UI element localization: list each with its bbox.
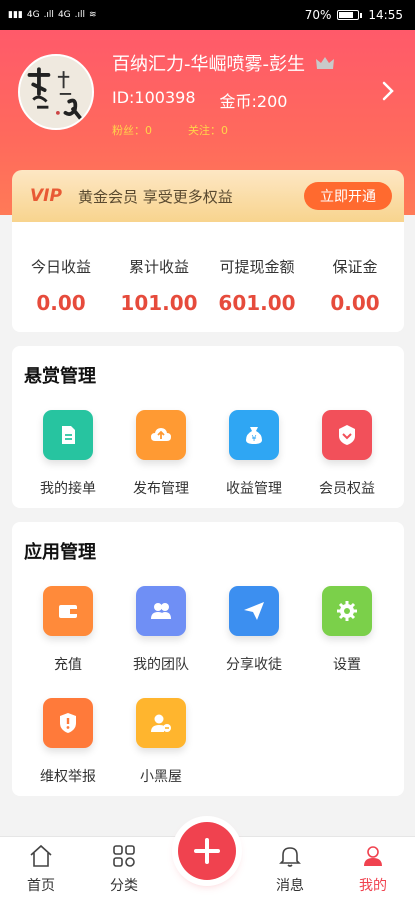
- vip-open-button[interactable]: 立即开通: [304, 182, 392, 210]
- status-bar: ▮▮▮ 4G .ıll 4G .ıll ≋ 70% 14:55: [0, 0, 415, 30]
- share-recruit-item[interactable]: 分享收徒: [208, 586, 300, 674]
- cloud-upload-icon: [136, 410, 186, 460]
- nav-label: 我的: [359, 878, 387, 894]
- my-orders-item[interactable]: 我的接单: [22, 410, 114, 498]
- wifi-icon: ≋: [89, 10, 97, 20]
- network-label: 4G: [57, 10, 71, 20]
- earning-total[interactable]: 累计收益 101.00: [110, 222, 208, 332]
- signal-icon: .ıll: [43, 10, 54, 20]
- grid-icon: [113, 845, 135, 867]
- item-label: 会员权益: [319, 481, 375, 497]
- nav-label: 首页: [27, 878, 55, 894]
- item-label: 我的团队: [133, 657, 189, 673]
- battery-percent: 70%: [304, 8, 332, 22]
- item-label: 分享收徒: [226, 657, 282, 673]
- blacklist-item[interactable]: 小黑屋: [115, 698, 207, 786]
- item-label: 小黑屋: [140, 769, 182, 785]
- signal-icon: .ıll: [74, 10, 86, 20]
- wallet-icon: [43, 586, 93, 636]
- nav-label: 消息: [276, 878, 304, 894]
- nav-category[interactable]: 分类: [94, 843, 154, 895]
- earning-today[interactable]: 今日收益 0.00: [12, 222, 110, 332]
- income-management-item[interactable]: ¥ 收益管理: [208, 410, 300, 498]
- chevron-right-icon[interactable]: [381, 80, 395, 102]
- battery-icon: [337, 10, 360, 20]
- signal-icon: ▮▮▮: [8, 10, 23, 20]
- item-label: 充值: [54, 657, 82, 673]
- recharge-item[interactable]: 充值: [22, 586, 114, 674]
- crown-icon: [316, 57, 334, 69]
- network-label: 4G: [26, 10, 40, 20]
- document-icon: [43, 410, 93, 460]
- member-rights-item[interactable]: 会员权益: [301, 410, 393, 498]
- money-bag-icon: ¥: [229, 410, 279, 460]
- nav-label: 分类: [110, 878, 138, 894]
- earning-deposit[interactable]: 保证金 0.00: [306, 222, 404, 332]
- vip-tag: VIP: [30, 186, 62, 206]
- status-right: 70% 14:55: [305, 8, 403, 22]
- bell-icon: [279, 847, 301, 867]
- gear-icon: [322, 586, 372, 636]
- item-label: 设置: [333, 657, 361, 673]
- paper-plane-icon: [229, 586, 279, 636]
- shield-alert-icon: [43, 698, 93, 748]
- team-icon: [136, 586, 186, 636]
- item-label: 我的接单: [40, 481, 96, 497]
- earning-value: 0.00: [36, 291, 86, 315]
- earning-withdrawable[interactable]: 可提现金额 601.00: [208, 222, 306, 332]
- settings-item[interactable]: 设置: [301, 586, 393, 674]
- section-title: 应用管理: [24, 542, 96, 563]
- username-row: 百纳汇力-华崛喷雾-彭生: [112, 50, 335, 76]
- earning-label: 可提现金额: [219, 258, 295, 276]
- earning-value: 601.00: [218, 291, 296, 315]
- complaint-report-item[interactable]: 维权举报: [22, 698, 114, 786]
- nav-home[interactable]: 首页: [11, 843, 71, 895]
- earning-label: 保证金: [332, 258, 378, 276]
- clock: 14:55: [368, 8, 403, 22]
- add-button[interactable]: [178, 822, 236, 880]
- profile-icon: [364, 846, 382, 866]
- item-label: 发布管理: [133, 481, 189, 497]
- vip-description: 黄金会员 享受更多权益: [77, 187, 233, 206]
- earning-label: 累计收益: [128, 258, 189, 276]
- home-icon: [30, 844, 52, 867]
- coins: 金币:200: [219, 92, 288, 111]
- plus-icon: [194, 838, 220, 864]
- id-coins-row: ID:100398 金币:200: [112, 88, 287, 112]
- fans-count[interactable]: 粉丝：0: [112, 122, 152, 138]
- avatar-calligraphy-image: [20, 56, 92, 128]
- earning-value: 0.00: [330, 291, 380, 315]
- item-label: 维权举报: [40, 769, 96, 785]
- fans-follow-row: 粉丝：0 关注：0: [112, 122, 228, 138]
- earning-value: 101.00: [120, 291, 198, 315]
- publish-management-item[interactable]: 发布管理: [115, 410, 207, 498]
- my-team-item[interactable]: 我的团队: [115, 586, 207, 674]
- nav-mine[interactable]: 我的: [343, 843, 403, 895]
- earning-label: 今日收益: [30, 258, 91, 276]
- app-management-card: 应用管理 充值 我的团队 分享收徒 设置 维权举报 小黑屋: [12, 522, 404, 796]
- earnings-card: 今日收益 0.00 累计收益 101.00 可提现金额 601.00 保证金 0…: [12, 222, 404, 332]
- avatar[interactable]: [18, 54, 94, 130]
- svg-text:¥: ¥: [251, 434, 256, 443]
- item-label: 收益管理: [226, 481, 282, 497]
- nav-messages[interactable]: 消息: [260, 843, 320, 895]
- user-id: ID:100398: [112, 88, 196, 107]
- section-title: 悬赏管理: [24, 366, 96, 387]
- status-left: ▮▮▮ 4G .ıll 4G .ıll ≋: [8, 10, 97, 20]
- reward-management-card: 悬赏管理 我的接单 发布管理 ¥ 收益管理 会员权益: [12, 346, 404, 508]
- follow-count[interactable]: 关注：0: [188, 122, 228, 138]
- vip-banner: VIP 黄金会员 享受更多权益 立即开通: [12, 170, 404, 222]
- username: 百纳汇力-华崛喷雾-彭生: [112, 54, 305, 75]
- user-block-icon: [136, 698, 186, 748]
- badge-icon: [322, 410, 372, 460]
